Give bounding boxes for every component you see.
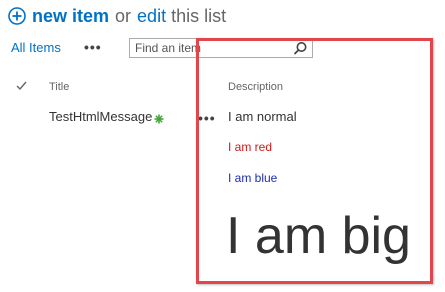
search-input[interactable] bbox=[130, 39, 285, 57]
plus-circle-icon[interactable] bbox=[8, 7, 26, 25]
select-all-checkmark[interactable] bbox=[16, 79, 27, 94]
this-list-text: this list bbox=[171, 5, 227, 26]
search-icon[interactable] bbox=[293, 41, 308, 56]
edit-link[interactable]: edit bbox=[137, 6, 166, 27]
all-items-view-link[interactable]: All Items bbox=[11, 40, 61, 55]
description-blue-text: I am blue bbox=[228, 171, 278, 185]
column-header-description[interactable]: Description bbox=[228, 81, 283, 93]
new-badge-icon bbox=[154, 111, 164, 124]
item-title-link[interactable]: TestHtmlMessage bbox=[49, 109, 152, 124]
new-item-link[interactable]: new item bbox=[32, 6, 109, 27]
description-normal-text: I am normal bbox=[228, 109, 297, 124]
command-bar: new item or edit this list bbox=[8, 3, 226, 29]
view-more-button[interactable]: ••• bbox=[84, 39, 102, 55]
column-header-title[interactable]: Title bbox=[49, 81, 69, 93]
search-box bbox=[129, 38, 313, 58]
description-red-text: I am red bbox=[228, 140, 273, 154]
item-more-button[interactable]: ••• bbox=[198, 110, 216, 126]
description-big-text: I am big bbox=[226, 207, 411, 265]
or-text: or bbox=[115, 5, 132, 26]
checkmark-icon bbox=[16, 79, 27, 94]
